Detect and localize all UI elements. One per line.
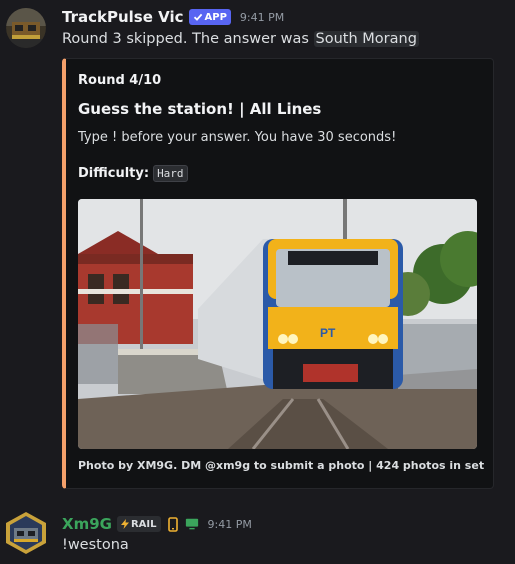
bot-avatar[interactable] [6,8,46,48]
rail-badge[interactable]: RAIL [116,516,161,532]
app-badge-label: APP [204,11,227,23]
embed-difficulty: Difficulty: Hard [78,165,188,182]
embed-footer: Photo by XM9G. DM @xm9g to submit a phot… [78,459,485,472]
round-embed: Round 4/10 Guess the station! | All Line… [62,58,494,489]
bot-message-text: Round 3 skipped. The answer was South Mo… [62,31,419,47]
difficulty-label: Difficulty: [78,166,150,181]
user-header: Xm9G RAIL 9:41 PM [62,515,252,533]
station-photo[interactable]: PT [78,199,477,449]
bot-text-prefix: Round 3 skipped. The answer was [62,31,314,47]
embed-round: Round 4/10 [78,73,162,88]
user-timestamp[interactable]: 9:41 PM [208,518,252,531]
desktop-icon [185,516,199,532]
svg-text:PT: PT [320,326,336,340]
bot-header: TrackPulse Vic APP 9:41 PM [62,8,284,26]
embed-description: Type ! before your answer. You have 30 s… [78,130,397,145]
bot-username[interactable]: TrackPulse Vic [62,8,184,26]
difficulty-value: Hard [153,165,188,182]
answer-highlight: South Morang [313,31,419,47]
mobile-icon [166,516,180,532]
app-badge: APP [188,9,231,25]
bot-timestamp[interactable]: 9:41 PM [240,11,284,24]
user-username[interactable]: Xm9G [62,515,112,533]
embed-title: Guess the station! | All Lines [78,100,322,118]
verified-check-icon [193,13,202,21]
user-message-text: !westona [62,537,129,553]
user-avatar[interactable] [4,511,48,555]
rail-badge-label: RAIL [130,518,157,530]
lightning-icon [120,519,129,529]
